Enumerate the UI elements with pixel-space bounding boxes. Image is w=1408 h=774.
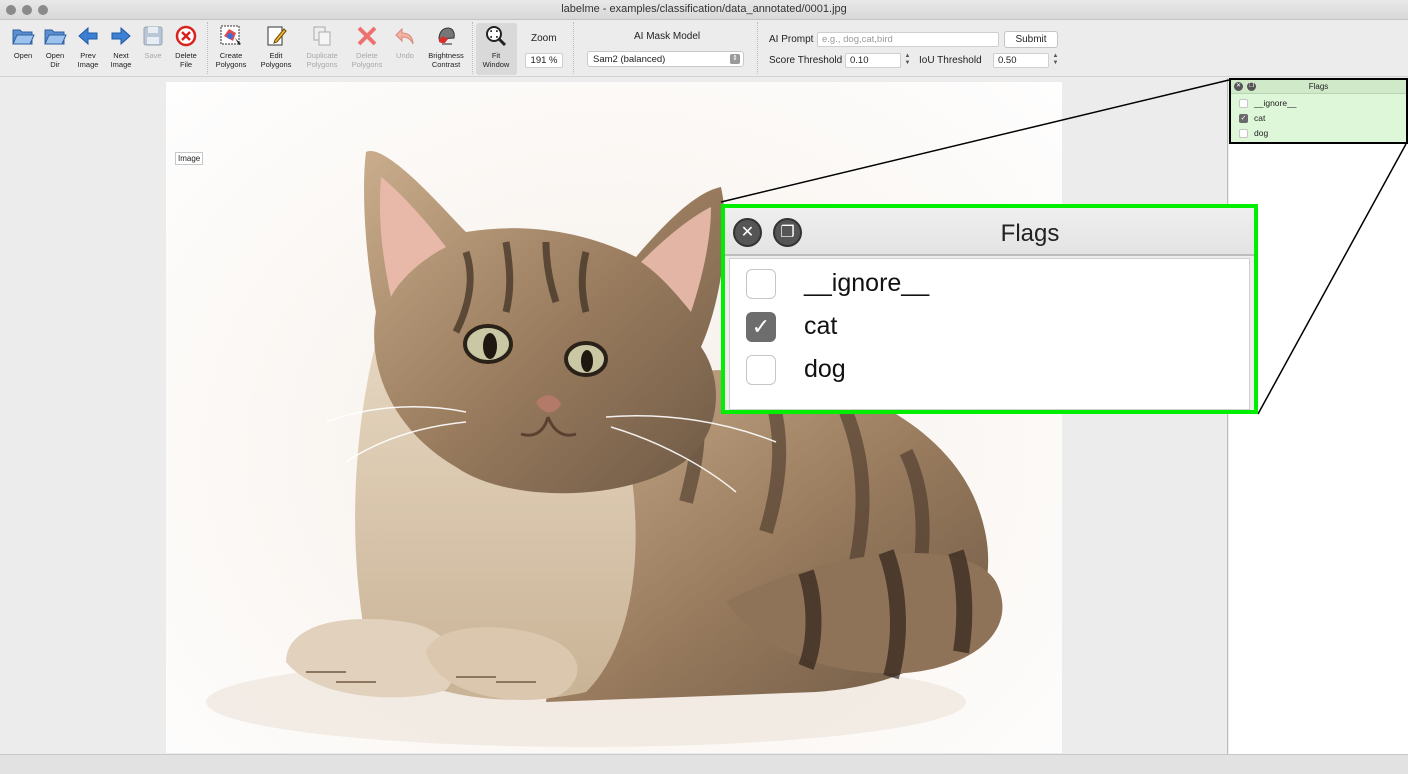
flag-label: __ignore__ [804,269,930,297]
flag-label: cat [804,312,838,340]
flags-zoom-header: ✕ ❐ Flags [725,208,1254,256]
flag-label: dog [804,355,846,383]
flags-zoom-title: Flags [1000,220,1060,247]
flag-checkbox-cat[interactable]: ✓ [746,312,776,342]
close-icon[interactable]: ✕ [733,218,762,247]
status-bar [0,754,1408,774]
float-icon[interactable]: ❐ [773,218,802,247]
flag-checkbox-ignore[interactable] [746,269,776,299]
flags-zoom-callout: ✕ ❐ Flags __ignore__ ✓ cat dog [721,204,1258,414]
flags-zoom-list: __ignore__ ✓ cat dog [729,258,1250,410]
flag-checkbox-dog[interactable] [746,355,776,385]
